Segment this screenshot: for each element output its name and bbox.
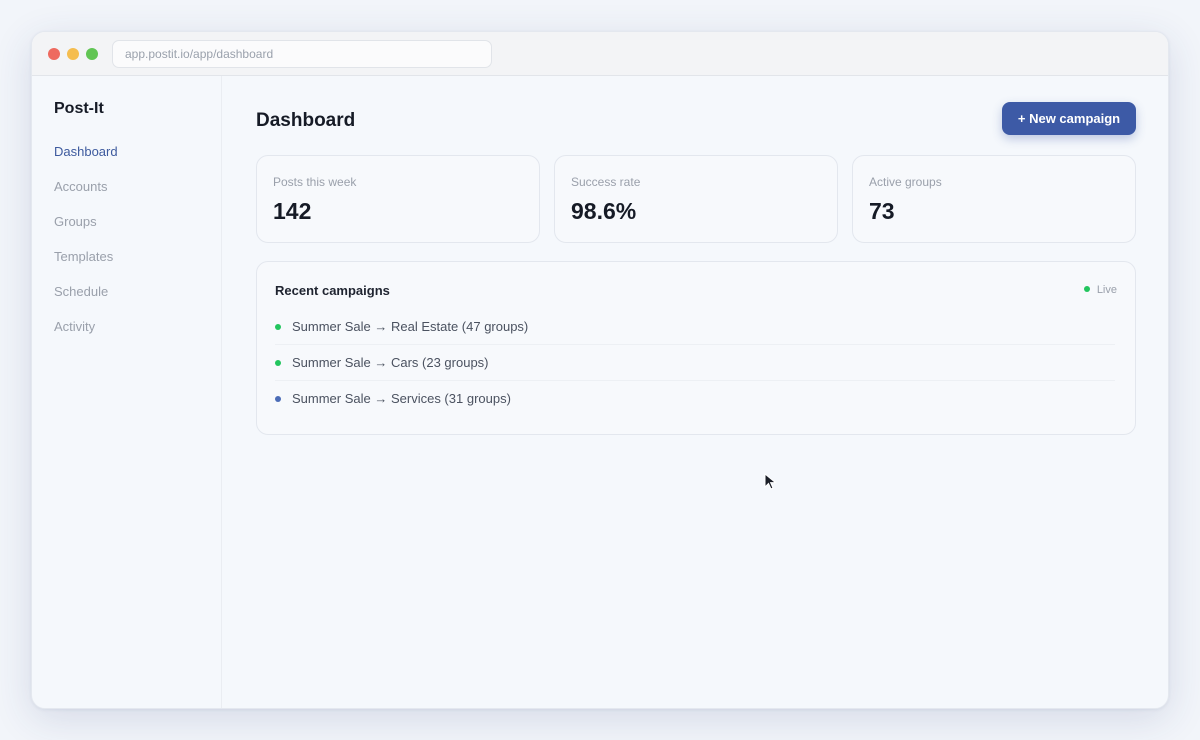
- mouse-cursor-icon: [764, 473, 777, 490]
- live-label: Live: [1096, 284, 1117, 296]
- sidebar-item-dashboard[interactable]: Dashboard: [54, 144, 118, 159]
- campaign-name: Summer Sale → Real Estate (47 groups): [292, 319, 529, 334]
- stat-value: 142: [273, 198, 312, 224]
- sidebar-item-activity[interactable]: Activity: [54, 319, 95, 334]
- status-dot: [275, 396, 281, 402]
- sidebar: Post-It Dashboard Accounts Groups Templa…: [32, 76, 222, 708]
- campaign-name: Summer Sale → Services (31 groups): [292, 391, 511, 406]
- campaign-row[interactable]: Summer Sale → Services (31 groups): [275, 381, 1115, 417]
- stat-card-success-rate: Success rate 98.6%: [554, 155, 838, 243]
- stat-card-active-groups: Active groups 73: [852, 155, 1136, 243]
- stat-label: Active groups: [869, 175, 942, 189]
- panel-title: Recent campaigns: [275, 283, 390, 298]
- main-content: Dashboard + New campaign Posts this week…: [256, 76, 1136, 708]
- page-title: Dashboard: [256, 110, 356, 131]
- sidebar-item-templates[interactable]: Templates: [54, 249, 113, 264]
- stat-value: 98.6%: [571, 198, 637, 224]
- stat-label: Posts this week: [273, 175, 357, 189]
- stat-value: 73: [869, 198, 895, 224]
- minimize-window-button[interactable]: [67, 48, 79, 60]
- status-dot: [275, 324, 281, 330]
- browser-titlebar: app.postit.io/app/dashboard: [32, 32, 1168, 76]
- live-status-dot: [1083, 286, 1090, 292]
- status-dot: [275, 360, 281, 366]
- live-indicator: Live: [1083, 284, 1117, 296]
- stat-card-posts: Posts this week 142: [256, 155, 540, 243]
- brand-logo-text: Post-It: [54, 100, 104, 117]
- maximize-window-button[interactable]: [86, 48, 98, 60]
- close-window-button[interactable]: [48, 48, 60, 60]
- sidebar-item-accounts[interactable]: Accounts: [54, 179, 107, 194]
- campaign-name: Summer Sale → Cars (23 groups): [292, 355, 489, 370]
- browser-window: app.postit.io/app/dashboard Post-It Dash…: [31, 31, 1169, 709]
- campaign-row[interactable]: Summer Sale → Real Estate (47 groups): [275, 309, 1115, 345]
- stat-label: Success rate: [571, 175, 641, 189]
- campaign-row[interactable]: Summer Sale → Cars (23 groups): [275, 345, 1115, 381]
- new-campaign-button[interactable]: + New campaign: [1002, 102, 1136, 135]
- address-bar[interactable]: app.postit.io/app/dashboard: [112, 40, 492, 68]
- recent-campaigns-panel: Recent campaigns Live Summer Sale → Real…: [256, 261, 1136, 435]
- sidebar-item-schedule[interactable]: Schedule: [54, 284, 108, 299]
- sidebar-item-groups[interactable]: Groups: [54, 214, 97, 229]
